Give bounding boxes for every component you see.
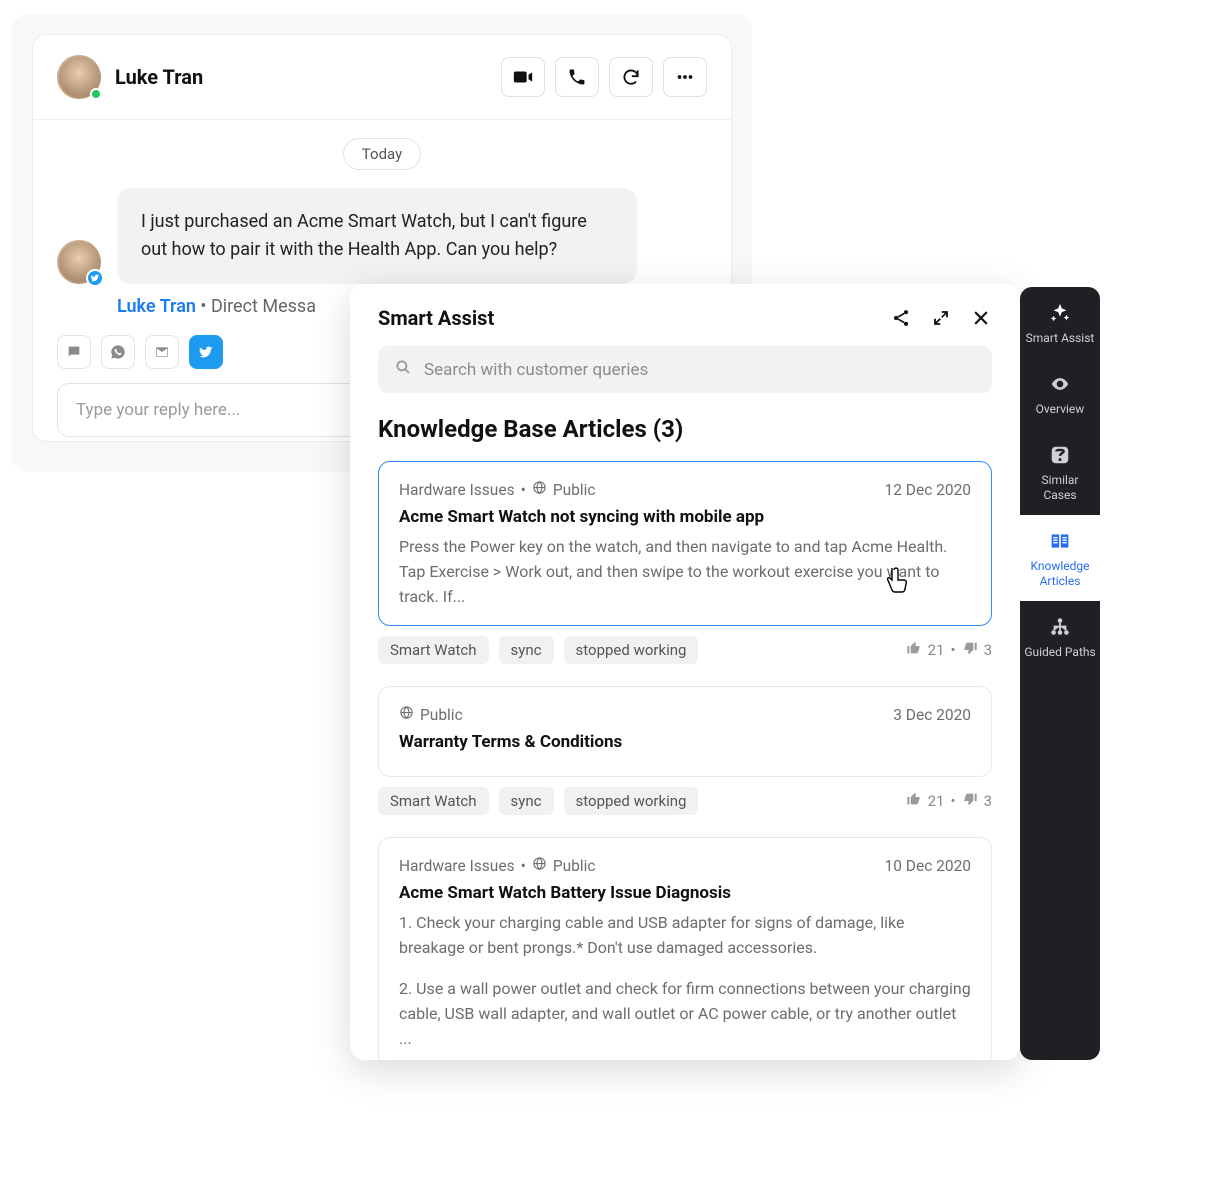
chat-header-left: Luke Tran xyxy=(57,55,203,99)
kb-article[interactable]: Hardware Issues • Public 10 Dec 2020 Acm… xyxy=(378,837,992,1060)
kb-article[interactable]: Hardware Issues • Public 12 Dec 2020 Acm… xyxy=(378,461,992,626)
refresh-button[interactable] xyxy=(609,57,653,97)
sidebar-item-knowledge-articles[interactable]: Knowledge Articles xyxy=(1020,515,1100,601)
article-votes: 21 • 3 xyxy=(906,640,992,660)
article-votes: 21 • 3 xyxy=(906,791,992,811)
tag[interactable]: sync xyxy=(499,787,554,815)
globe-icon xyxy=(399,705,414,724)
channel-badge-icon xyxy=(86,269,104,287)
article-visibility: Public xyxy=(420,706,463,724)
message-row: I just purchased an Acme Smart Watch, bu… xyxy=(57,188,707,284)
smart-assist-header: Smart Assist xyxy=(378,306,992,330)
kb-article[interactable]: Public 3 Dec 2020 Warranty Terms & Condi… xyxy=(378,686,992,777)
channel-email-button[interactable] xyxy=(145,335,179,369)
message-sender[interactable]: Luke Tran xyxy=(117,296,196,317)
sidebar-label: Similar Cases xyxy=(1024,473,1096,503)
tag[interactable]: Smart Watch xyxy=(378,636,489,664)
voice-call-button[interactable] xyxy=(555,57,599,97)
search-input[interactable]: Search with customer queries xyxy=(378,346,992,393)
article-date: 12 Dec 2020 xyxy=(885,481,971,499)
article-visibility: Public xyxy=(553,481,596,499)
thumbs-down-icon[interactable] xyxy=(962,791,978,811)
sidebar-label: Overview xyxy=(1036,402,1085,417)
article-excerpt: Press the Power key on the watch, and th… xyxy=(399,535,971,609)
article-title: Acme Smart Watch Battery Issue Diagnosis xyxy=(399,883,971,903)
channel-sms-button[interactable] xyxy=(57,335,91,369)
sidebar-item-similar-cases[interactable]: Similar Cases xyxy=(1020,429,1100,515)
article-tags: Smart Watch sync stopped working 21 • 3 xyxy=(378,636,992,664)
sidebar-item-guided-paths[interactable]: Guided Paths xyxy=(1020,601,1100,672)
sidebar-label: Smart Assist xyxy=(1026,331,1095,346)
article-title: Warranty Terms & Conditions xyxy=(399,732,971,752)
article-category: Hardware Issues xyxy=(399,481,515,499)
customer-avatar xyxy=(57,55,101,99)
share-button[interactable] xyxy=(890,307,912,329)
chat-header: Luke Tran xyxy=(33,35,731,120)
article-date: 3 Dec 2020 xyxy=(893,706,971,724)
article-category: Hardware Issues xyxy=(399,857,515,875)
sparkle-icon xyxy=(1046,301,1074,325)
article-tags: Smart Watch sync stopped working 21 • 3 xyxy=(378,787,992,815)
articles-icon xyxy=(1046,529,1074,553)
expand-button[interactable] xyxy=(930,307,952,329)
sidebar-item-overview[interactable]: Overview xyxy=(1020,358,1100,429)
message-avatar xyxy=(57,240,101,284)
message-bubble: I just purchased an Acme Smart Watch, bu… xyxy=(117,188,637,284)
cases-icon xyxy=(1046,443,1074,467)
article-visibility: Public xyxy=(553,857,596,875)
header-actions xyxy=(501,57,707,97)
video-call-button[interactable] xyxy=(501,57,545,97)
more-actions-button[interactable] xyxy=(663,57,707,97)
article-title: Acme Smart Watch not syncing with mobile… xyxy=(399,507,971,527)
globe-icon xyxy=(532,856,547,875)
eye-icon xyxy=(1046,372,1074,396)
sidebar-label: Guided Paths xyxy=(1024,645,1095,660)
right-sidebar: Smart Assist Overview Similar Cases Know… xyxy=(1020,287,1100,1060)
channel-twitter-button[interactable] xyxy=(189,335,223,369)
search-icon xyxy=(394,358,412,381)
kb-section-title: Knowledge Base Articles (3) xyxy=(378,415,992,443)
sidebar-label: Knowledge Articles xyxy=(1024,559,1096,589)
smart-assist-panel: Smart Assist Search with customer querie… xyxy=(350,284,1020,1060)
presence-online-dot xyxy=(90,88,102,100)
thumbs-up-icon[interactable] xyxy=(906,640,922,660)
tag[interactable]: stopped working xyxy=(564,636,699,664)
article-excerpt: 1. Check your charging cable and USB ada… xyxy=(399,911,971,1051)
thumbs-up-icon[interactable] xyxy=(906,791,922,811)
sidebar-item-smart-assist[interactable]: Smart Assist xyxy=(1020,287,1100,358)
tag[interactable]: sync xyxy=(499,636,554,664)
day-divider: Today xyxy=(343,138,421,170)
tag[interactable]: stopped working xyxy=(564,787,699,815)
channel-whatsapp-button[interactable] xyxy=(101,335,135,369)
tree-icon xyxy=(1046,615,1074,639)
tag[interactable]: Smart Watch xyxy=(378,787,489,815)
message-channel-label: Direct Messa xyxy=(211,296,316,317)
search-placeholder: Search with customer queries xyxy=(424,360,648,380)
thumbs-down-icon[interactable] xyxy=(962,640,978,660)
customer-name: Luke Tran xyxy=(115,65,203,89)
globe-icon xyxy=(532,480,547,499)
close-button[interactable] xyxy=(970,307,992,329)
smart-assist-title: Smart Assist xyxy=(378,306,494,330)
article-date: 10 Dec 2020 xyxy=(885,857,971,875)
